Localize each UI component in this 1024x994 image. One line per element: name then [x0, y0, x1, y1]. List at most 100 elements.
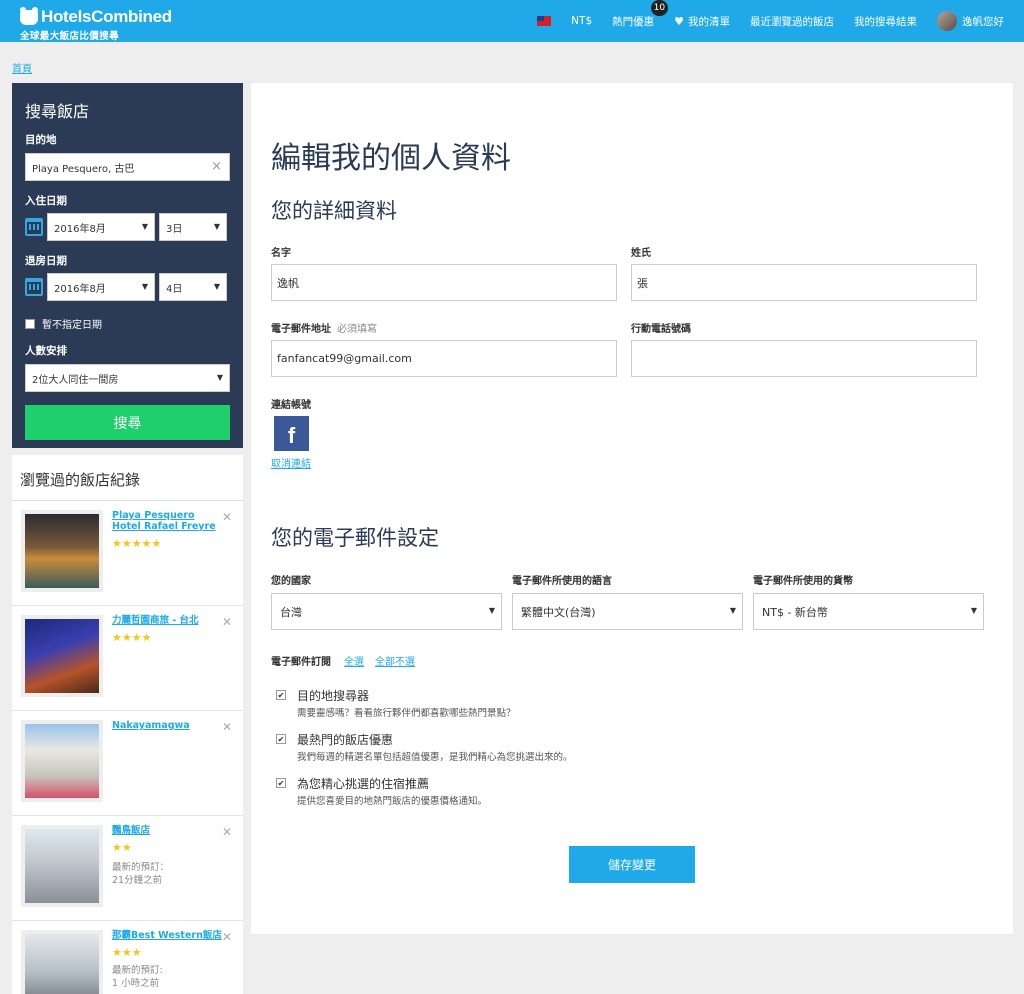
pref-title: 目的地搜尋器 — [297, 689, 370, 703]
email-currency-select[interactable]: NT$ - 新台幣 ▼ — [753, 593, 984, 630]
email-currency-label: 電子郵件所使用的貨幣 — [753, 576, 853, 587]
hot-deals-link[interactable]: 熱門優惠 10 — [612, 0, 669, 29]
country-select[interactable]: 台灣 ▼ — [271, 593, 502, 630]
booking-note-label: 最新的預訂： — [112, 862, 170, 873]
last-name-field[interactable]: 張 — [631, 264, 977, 301]
email-value: fanfancat99@gmail.com — [277, 352, 412, 365]
hotel-thumbnail[interactable] — [21, 825, 103, 907]
select-all-link[interactable]: 全選 — [344, 653, 364, 668]
destination-input[interactable]: Playa Pesquero, 古巴 × — [25, 153, 230, 181]
top-bar: HotelsCombined 全球最大飯店比價搜尋 NT$ 熱門優惠 10 ♥ 我… — [0, 0, 1024, 42]
caret-down-icon: ▼ — [213, 222, 220, 231]
hotel-thumbnail[interactable] — [21, 615, 103, 697]
language-select[interactable]: 繁體中文(台灣) ▼ — [512, 593, 743, 630]
phone-label: 行動電話號碼 — [631, 324, 691, 335]
email-settings-heading: 您的電子郵件設定 — [271, 526, 439, 550]
heart-icon: ♥ — [674, 14, 684, 28]
hotel-thumbnail[interactable] — [21, 720, 103, 802]
profile-panel: 編輯我的個人資料 您的詳細資料 名字 逸帆 姓氏 張 電子郵件地址 必須填寫 fa… — [251, 83, 1013, 934]
email-label: 電子郵件地址 必須填寫 — [271, 320, 377, 335]
pref-checkbox[interactable]: ✔ — [276, 778, 286, 788]
page-title: 編輯我的個人資料 — [271, 141, 511, 176]
hotel-name-link[interactable]: 那霸Best Western飯店 — [112, 930, 222, 941]
remove-icon[interactable]: ✕ — [222, 930, 232, 944]
country-value: 台灣 — [280, 605, 302, 619]
checkin-day-value: 3日 — [166, 223, 183, 235]
checkout-month-select[interactable]: 2016年8月 ▼ — [47, 273, 155, 301]
checkin-day-select[interactable]: 3日 ▼ — [159, 213, 227, 241]
unlink-link[interactable]: 取消連結 — [271, 455, 311, 470]
clear-destination-icon[interactable]: × — [211, 159, 222, 174]
currency-button[interactable]: NT$ — [571, 15, 592, 27]
subscription-label: 電子郵件訂閱 — [271, 657, 331, 668]
avatar — [937, 11, 957, 31]
recently-viewed-link[interactable]: 最近瀏覽過的飯店 — [750, 14, 834, 29]
recently-viewed-label: 最近瀏覽過的飯店 — [750, 15, 834, 28]
email-field[interactable]: fanfancat99@gmail.com — [271, 340, 617, 377]
hotel-name-link[interactable]: 力麗哲園商旅 - 台北 — [112, 615, 222, 626]
checkout-calendar-icon[interactable] — [25, 278, 43, 296]
hotel-name-link[interactable]: Playa Pesquero Hotel Rafael Freyre — [112, 510, 222, 532]
last-name-label: 姓氏 — [631, 248, 651, 259]
linked-accounts-label: 連結帳號 — [271, 400, 311, 411]
facebook-icon[interactable]: f — [274, 416, 309, 451]
booking-note-time: 1 小時之前 — [112, 978, 160, 989]
checkin-calendar-icon[interactable] — [25, 218, 43, 236]
checkin-label: 入住日期 — [25, 195, 67, 207]
no-date-option[interactable]: 暫不指定日期 — [25, 316, 230, 331]
pref-checkbox[interactable]: ✔ — [276, 734, 286, 744]
checkin-month-value: 2016年8月 — [54, 223, 106, 235]
hotel-thumbnail[interactable] — [21, 930, 103, 994]
email-required-note: 必須填寫 — [337, 324, 377, 335]
first-name-field[interactable]: 逸帆 — [271, 264, 617, 301]
save-changes-button[interactable]: 儲存變更 — [569, 846, 695, 883]
star-rating: ★★★ — [112, 946, 142, 959]
checkout-day-select[interactable]: 4日 ▼ — [159, 273, 227, 301]
pref-title: 為您精心挑選的住宿推薦 — [297, 777, 430, 791]
hotel-name-link[interactable]: 鸚鳥飯店 — [112, 825, 222, 836]
country-flag-button[interactable] — [537, 16, 552, 26]
no-date-checkbox[interactable] — [25, 318, 35, 329]
checkout-day-value: 4日 — [166, 283, 183, 295]
country-label: 您的國家 — [271, 576, 311, 587]
list-item: Playa Pesquero Hotel Rafael Freyre ★★★★★… — [12, 501, 243, 606]
remove-icon[interactable]: ✕ — [222, 720, 232, 734]
deals-count-badge: 10 — [650, 0, 669, 16]
pref-description: 提供您喜愛目的地熱門飯店的優惠價格通知。 — [297, 796, 488, 807]
star-rating: ★★ — [112, 841, 132, 854]
hotel-thumbnail[interactable] — [21, 510, 103, 592]
destination-value: Playa Pesquero, 古巴 — [32, 163, 135, 175]
details-heading: 您的詳細資料 — [271, 199, 397, 223]
phone-field[interactable] — [631, 340, 977, 377]
wishlist-label: 我的清單 — [688, 15, 730, 28]
caret-down-icon: ▼ — [729, 606, 736, 615]
pref-description: 需要靈感嗎？看看旅行夥伴們都喜歡哪些熱門景點？ — [297, 708, 516, 719]
pref-title: 最熱門的飯店優惠 — [297, 733, 394, 747]
search-button[interactable]: 搜尋 — [25, 405, 230, 440]
first-name-value: 逸帆 — [277, 276, 299, 290]
my-search-results-link[interactable]: 我的搜尋結果 — [854, 14, 917, 29]
top-nav: NT$ 熱門優惠 10 ♥ 我的清單 最近瀏覽過的飯店 我的搜尋結果 逸帆您好 — [517, 0, 1004, 42]
caret-down-icon: ▼ — [141, 282, 148, 291]
logo[interactable]: HotelsCombined 全球最大飯店比價搜尋 — [20, 6, 172, 42]
select-none-link[interactable]: 全部不選 — [375, 653, 415, 668]
breadcrumb-home[interactable]: 首頁 — [12, 60, 32, 75]
hotel-name-link[interactable]: Nakayamagwa — [112, 720, 222, 731]
checkout-label: 退房日期 — [25, 255, 67, 267]
checkout-month-value: 2016年8月 — [54, 283, 106, 295]
user-menu[interactable]: 逸帆您好 — [937, 11, 1004, 31]
guests-select[interactable]: 2位大人同住一間房 ▼ — [25, 364, 230, 392]
remove-icon[interactable]: ✕ — [222, 510, 232, 524]
bear-logo-icon — [20, 6, 38, 25]
list-item: Nakayamagwa ✕ — [12, 711, 243, 816]
remove-icon[interactable]: ✕ — [222, 825, 232, 839]
remove-icon[interactable]: ✕ — [222, 615, 232, 629]
search-panel: 搜尋飯店 目的地 Playa Pesquero, 古巴 × 入住日期 2016年… — [12, 83, 243, 448]
list-item: 那霸Best Western飯店 ★★★ 最新的預訂: 1 小時之前 ✕ — [12, 921, 243, 994]
list-item: 力麗哲園商旅 - 台北 ★★★★ ✕ — [12, 606, 243, 711]
language-value: 繁體中文(台灣) — [521, 605, 596, 619]
wishlist-link[interactable]: ♥ 我的清單 — [674, 14, 730, 29]
star-rating: ★★★★ — [112, 631, 152, 644]
checkin-month-select[interactable]: 2016年8月 ▼ — [47, 213, 155, 241]
pref-checkbox[interactable]: ✔ — [276, 690, 286, 700]
